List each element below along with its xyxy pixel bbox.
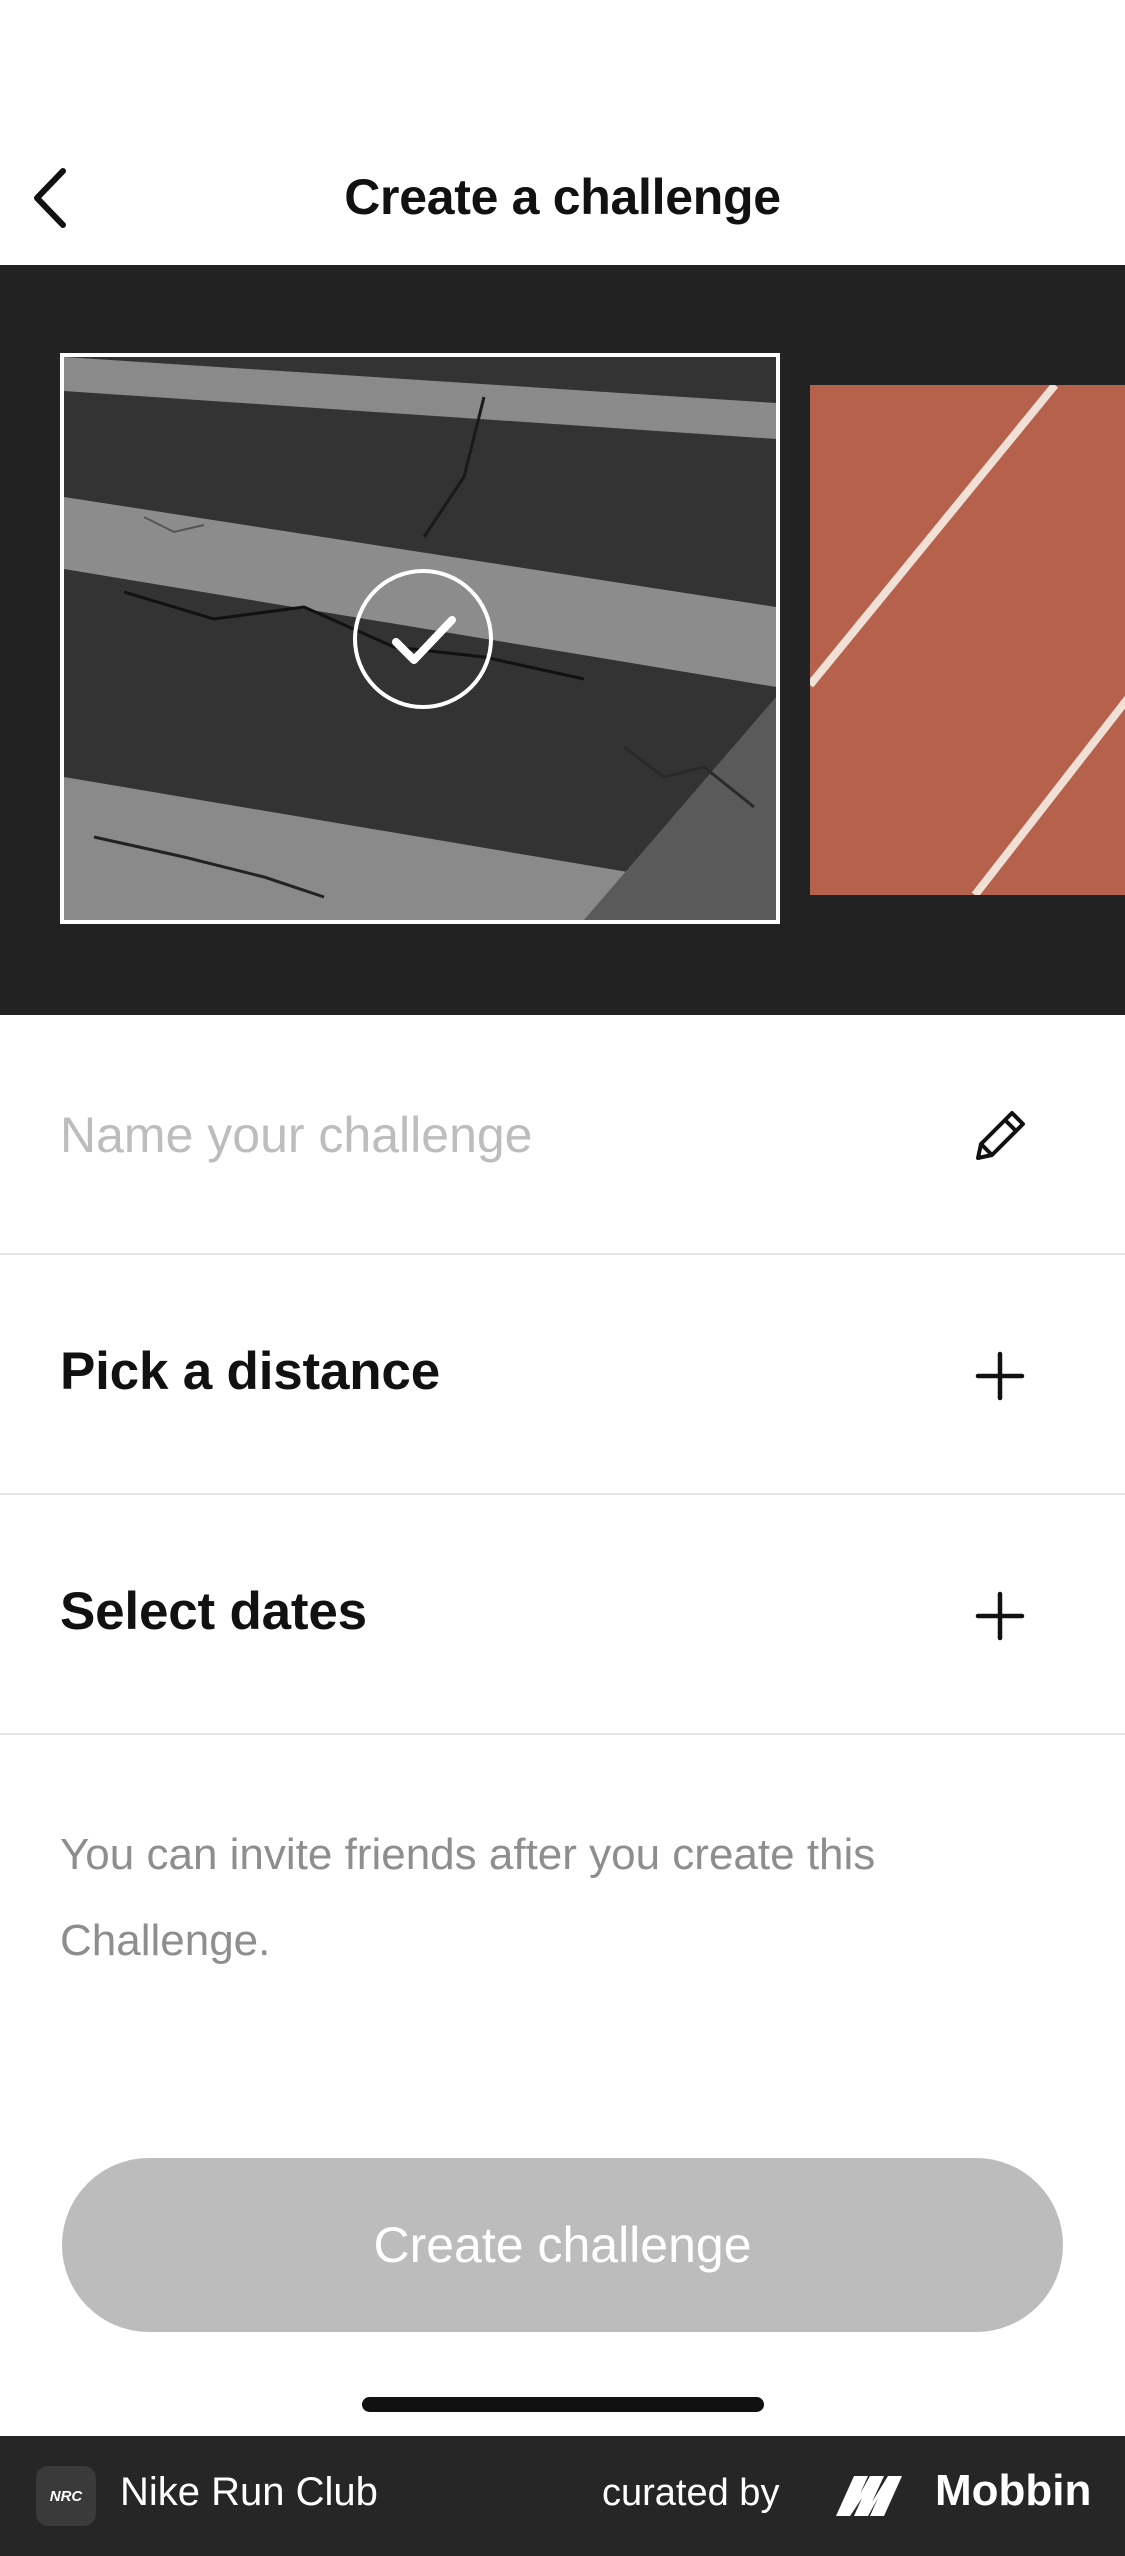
- plus-icon: [975, 1351, 1025, 1401]
- carousel-card-track[interactable]: [810, 385, 1125, 895]
- carousel-card-selected[interactable]: [60, 353, 780, 924]
- add-distance-button[interactable]: [965, 1341, 1035, 1411]
- curated-by-label: curated by: [602, 2472, 780, 2514]
- pick-distance-row[interactable]: Pick a distance: [0, 1255, 1125, 1495]
- pencil-icon: [976, 1111, 1025, 1160]
- add-dates-button[interactable]: [965, 1581, 1035, 1651]
- home-indicator: [362, 2397, 764, 2412]
- plus-icon: [975, 1591, 1025, 1641]
- status-bar: [0, 0, 1125, 130]
- image-carousel[interactable]: [0, 265, 1125, 1015]
- mobbin-brand-name: Mobbin: [935, 2466, 1092, 2515]
- edit-name-button[interactable]: [965, 1101, 1035, 1171]
- select-dates-label: Select dates: [60, 1582, 367, 1641]
- page-title: Create a challenge: [344, 169, 781, 225]
- mobbin-logo-icon: [836, 2476, 902, 2516]
- checkmark-circle-icon: [353, 569, 493, 709]
- challenge-name-row: [0, 1015, 1125, 1255]
- running-track-image: [810, 385, 1125, 895]
- challenge-name-input[interactable]: [60, 1015, 920, 1255]
- nike-run-club-app-icon: NRC: [36, 2466, 96, 2526]
- create-challenge-button[interactable]: Create challenge: [62, 2158, 1063, 2332]
- app-icon-text: NRC: [49, 2487, 83, 2505]
- pick-distance-label: Pick a distance: [60, 1342, 440, 1401]
- navigation-bar: Create a challenge: [0, 130, 1125, 265]
- app-name: Nike Run Club: [120, 2470, 378, 2514]
- attribution-footer: NRC Nike Run Club curated by Mobbin: [0, 2436, 1125, 2556]
- select-dates-row[interactable]: Select dates: [0, 1495, 1125, 1735]
- invite-hint-text: You can invite friends after you create …: [60, 1830, 876, 1965]
